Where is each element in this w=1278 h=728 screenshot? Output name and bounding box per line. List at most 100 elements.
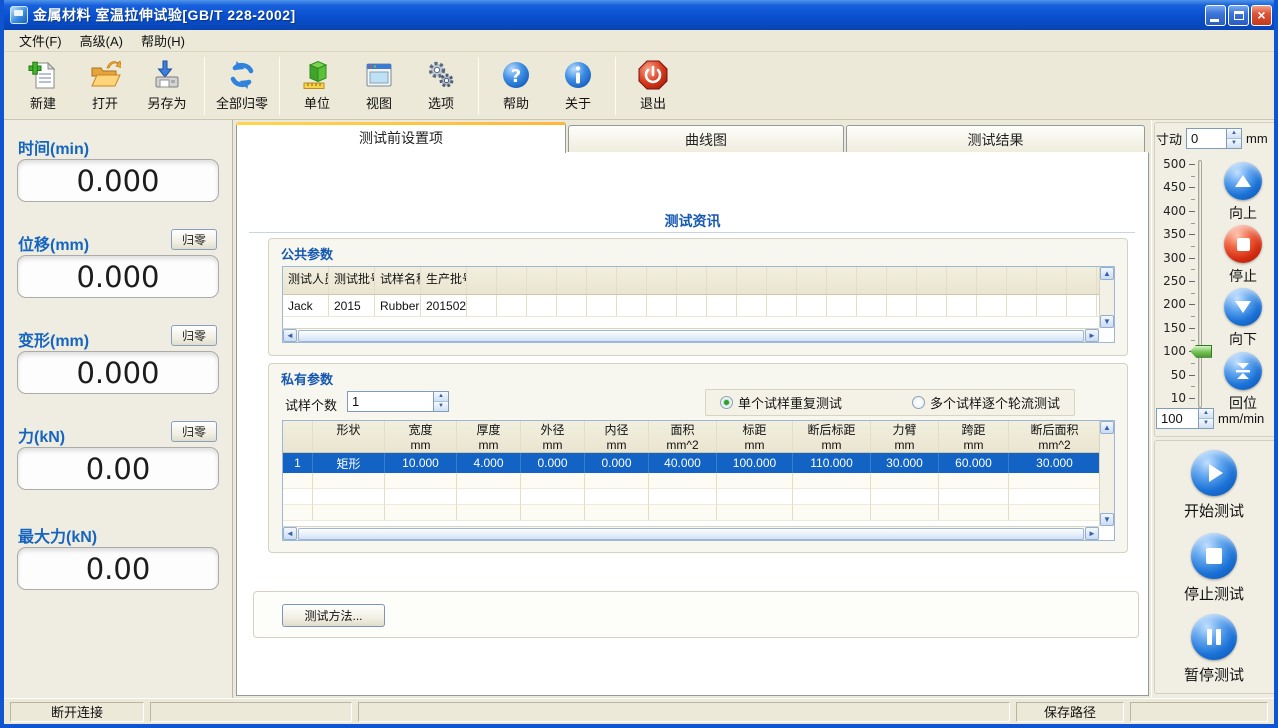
scroll-down-icon[interactable]: ▼ [1100,513,1114,526]
readout-label: 变形(mm) [18,327,89,351]
scroll-up-icon[interactable]: ▲ [1100,267,1114,280]
scroll-down-icon[interactable]: ▼ [1100,315,1114,328]
slider-tick-label: 400 [1154,204,1186,218]
radio-option-0[interactable]: 单个试样重复测试 [720,393,842,412]
header-cell [887,267,917,294]
jog-up-button[interactable] [1224,162,1262,200]
sample-count-spinner[interactable]: 1 ▲▼ [347,391,449,412]
status-segment-0[interactable]: 断开连接 [10,702,144,722]
jog-down-button[interactable] [1224,288,1262,326]
test-mode-radio-group: 单个试样重复测试 多个试样逐个轮流测试 [705,389,1075,416]
scroll-left-icon[interactable]: ◄ [283,527,297,540]
spin-down-icon[interactable]: ▼ [434,402,448,411]
cell [585,473,649,489]
cell [737,295,767,316]
menu-item-2[interactable]: 帮助(H) [132,29,194,52]
vertical-scrollbar[interactable]: ▲▼ [1099,267,1114,328]
tab-2[interactable]: 测试结果 [846,125,1145,153]
maximize-button[interactable] [1228,5,1249,26]
jog-stop-button[interactable] [1224,225,1262,263]
zero-button-force[interactable]: 归零 [171,421,217,442]
cell [1009,473,1101,489]
cell: 4.000 [457,453,521,473]
spin-down-icon[interactable]: ▼ [1227,139,1241,148]
toolbar-button-help[interactable]: ?帮助 [485,56,547,116]
slider-tick-minor [1191,223,1195,224]
pause-test-button[interactable] [1191,614,1237,660]
cell [647,295,677,316]
table-row-empty[interactable] [283,505,1114,521]
horizontal-scrollbar[interactable]: ◄► [283,328,1099,342]
horizontal-scrollbar[interactable]: ◄► [283,526,1099,540]
radio-option-1[interactable]: 多个试样逐个轮流测试 [912,393,1060,412]
cell [767,295,797,316]
slider-tick-minor [1191,386,1195,387]
table-row-selected[interactable]: 1矩形10.0004.0000.0000.00040.000100.000110… [283,453,1114,473]
slider-tick-mark [1189,258,1195,259]
toolbar-button-exit[interactable]: 退出 [622,56,684,116]
menu-item-0[interactable]: 文件(F) [10,29,71,52]
spin-up-icon[interactable]: ▲ [1227,129,1241,139]
vertical-scrollbar[interactable]: ▲▼ [1099,421,1114,526]
table-row[interactable]: Jack2015Rubber201502 [283,295,1114,317]
cell: 0.000 [521,453,585,473]
slider-tick-minor [1191,269,1195,270]
tab-0[interactable]: 测试前设置项 [236,122,566,153]
header-cell [737,267,767,294]
status-segment-3[interactable]: 保存路径 [1016,702,1124,722]
cell [585,489,649,505]
jog-down-label: 向下 [1205,329,1278,349]
jog-home-label: 回位 [1205,393,1278,413]
minimize-button[interactable] [1205,5,1226,26]
zero-button-deformation[interactable]: 归零 [171,325,217,346]
scroll-up-icon[interactable]: ▲ [1100,421,1114,434]
toolbar-button-open[interactable]: 打开 [74,56,136,116]
spin-down-icon[interactable]: ▼ [1199,419,1213,428]
speed-slider-track[interactable] [1198,160,1202,408]
table-row-empty[interactable] [283,489,1114,505]
toolbar-separator [279,57,280,115]
toolbar-button-save-as[interactable]: 另存为 [136,56,198,116]
readout-deformation: 变形(mm)归零0.000 [4,327,233,399]
scroll-thumb[interactable] [298,330,1084,342]
header-cell [977,267,1007,294]
jog-home-button[interactable] [1224,352,1262,390]
cell: 201502 [421,295,467,316]
cell [617,295,647,316]
header-cell: 内径mm [585,421,649,452]
cell: 2015 [329,295,375,316]
zero-button-displacement[interactable]: 归零 [171,229,217,250]
scroll-right-icon[interactable]: ► [1085,527,1099,540]
toolbar-button-about[interactable]: 关于 [547,56,609,116]
toolbar-button-view[interactable]: 视图 [348,56,410,116]
toolbar-button-zero-all[interactable]: 全部归零 [211,56,273,116]
slider-tick-label: 10 [1154,391,1186,405]
scroll-left-icon[interactable]: ◄ [283,329,297,342]
test-method-button[interactable]: 测试方法... [282,604,385,627]
slider-tick-label: 250 [1154,274,1186,288]
toolbar-group: 退出 [622,55,684,117]
toolbar-button-label: 新建 [30,93,56,112]
spin-up-icon[interactable]: ▲ [434,392,448,402]
scroll-right-icon[interactable]: ► [1085,329,1099,342]
header-cell: 测试人员 [283,267,329,294]
toolbar-button-units[interactable]: 单位 [286,56,348,116]
jog-spinner[interactable]: 0 ▲▼ [1186,128,1242,149]
header-cell [677,267,707,294]
pause-test-label: 暂停测试 [1169,664,1259,685]
toolbar-button-options[interactable]: 选项 [410,56,472,116]
cell [871,489,939,505]
menu-item-1[interactable]: 高级(A) [71,29,132,52]
header-cell [707,267,737,294]
stop-test-button[interactable] [1191,533,1237,579]
radio-selected-icon[interactable] [720,396,733,409]
radio-unselected-icon[interactable] [912,396,925,409]
toolbar-button-new[interactable]: 新建 [12,56,74,116]
start-test-button[interactable] [1191,450,1237,496]
table-row-empty[interactable] [283,473,1114,489]
close-button[interactable]: × [1251,5,1272,26]
public-params-table[interactable]: 测试人员测试批号试样名称生产批号Jack2015Rubber201502▲▼◄► [282,266,1115,343]
tab-1[interactable]: 曲线图 [568,125,844,153]
private-params-table[interactable]: 形状宽度mm厚度mm外径mm内径mm面积mm^2标距mm断后标距mm力臂mm跨距… [282,420,1115,541]
scroll-thumb[interactable] [298,528,1084,540]
